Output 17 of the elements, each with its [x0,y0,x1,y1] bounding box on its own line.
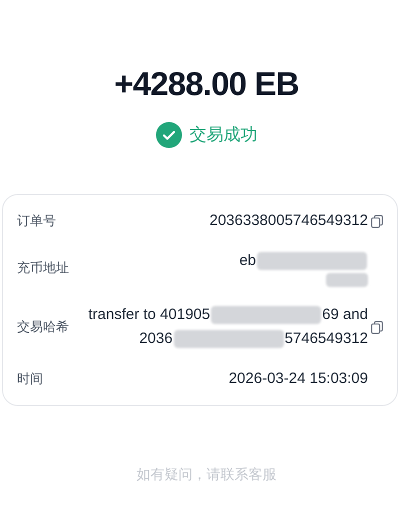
footer-text: 如有疑问，请联系客服 [136,465,276,484]
detail-label: 交易哈希 [17,318,70,336]
value-text: eb [239,251,256,271]
copy-icon[interactable] [371,214,383,228]
detail-label: 充币地址 [17,259,70,278]
value-text: 2036 [139,329,173,349]
copy-icon[interactable] [371,320,383,334]
value-text: 2036338005746549312 [209,211,368,231]
value-text: 2026-03-24 15:03:09 [228,369,368,389]
value-text: 5746549312 [284,329,368,349]
redaction-mark [326,273,368,287]
status-text: 交易成功 [190,124,258,146]
value-text: 69 and [322,305,368,325]
detail-label: 订单号 [17,212,57,230]
detail-label: 时间 [17,370,44,388]
amount-text: +4288.00 EB [114,64,299,104]
value-text: transfer to 401905 [88,305,210,325]
